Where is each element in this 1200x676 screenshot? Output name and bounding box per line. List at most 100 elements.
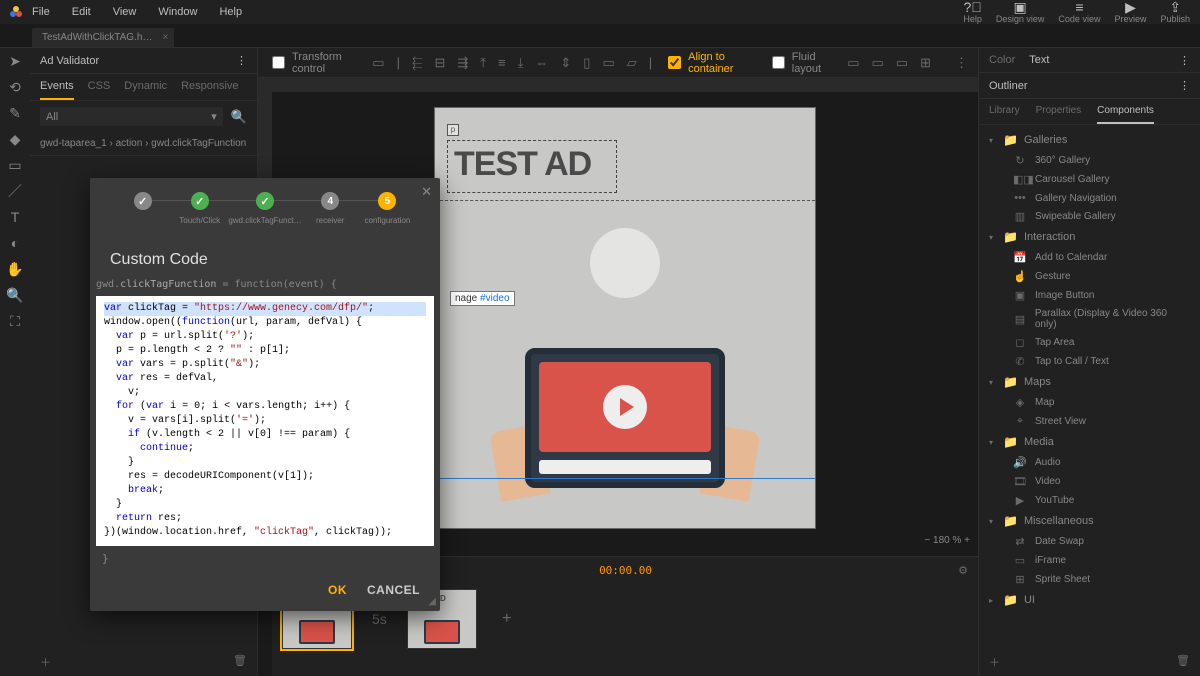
- dist-v-icon[interactable]: ⇕: [560, 55, 571, 71]
- more-icon[interactable]: ⋮: [1179, 54, 1190, 72]
- design-view-button[interactable]: ▣Design view: [996, 0, 1045, 24]
- ad-canvas[interactable]: p TEST AD nage #video: [435, 108, 815, 528]
- tag-tool-icon[interactable]: ▭: [6, 156, 24, 174]
- component-360-gallery[interactable]: ↻360° Gallery: [979, 151, 1200, 170]
- tab-library[interactable]: Library: [989, 105, 1020, 124]
- tree-section-misc[interactable]: ▾📁Miscellaneous: [979, 510, 1200, 532]
- step-event[interactable]: Touch/Click: [171, 192, 228, 225]
- component-tap-to-call[interactable]: ✆Tap to Call / Text: [979, 352, 1200, 371]
- select-tool-icon[interactable]: ➤: [6, 52, 24, 70]
- component-add-to-calendar[interactable]: 📅Add to Calendar: [979, 248, 1200, 267]
- tree-section-ui[interactable]: ▸📁UI: [979, 589, 1200, 611]
- delete-event-icon[interactable]: 🗑: [233, 654, 247, 670]
- file-tab[interactable]: TestAdWithClickTAG.h… ×: [32, 28, 174, 47]
- align-top-icon[interactable]: ⤒: [480, 55, 486, 71]
- tb-icon[interactable]: ▭: [602, 55, 614, 71]
- component-map[interactable]: ◈Map: [979, 393, 1200, 412]
- menu-file[interactable]: File: [32, 6, 50, 18]
- close-icon[interactable]: ×: [163, 32, 169, 43]
- component-sprite-sheet[interactable]: ⊞Sprite Sheet: [979, 570, 1200, 589]
- component-parallax[interactable]: ▤Parallax (Display & Video 360 only): [979, 305, 1200, 333]
- component-gesture[interactable]: ☝Gesture: [979, 267, 1200, 286]
- tab-components[interactable]: Components: [1097, 105, 1154, 124]
- component-date-swap[interactable]: ⇄Date Swap: [979, 532, 1200, 551]
- pen-tool-icon[interactable]: ✎: [6, 104, 24, 122]
- tree-section-galleries[interactable]: ▾📁Galleries: [979, 129, 1200, 151]
- align-bottom-icon[interactable]: ⤓: [518, 55, 524, 71]
- tab-dynamic[interactable]: Dynamic: [124, 80, 167, 100]
- tb-icon[interactable]: |: [649, 55, 652, 70]
- dist-h-icon[interactable]: ⇔: [535, 55, 548, 70]
- code-view-button[interactable]: ≡Code view: [1058, 0, 1100, 24]
- tb-icon[interactable]: ▭: [872, 55, 884, 71]
- add-component-icon[interactable]: ＋: [989, 654, 1000, 670]
- text-tool-icon[interactable]: T: [6, 208, 24, 226]
- hand-tool-icon[interactable]: ✋: [6, 260, 24, 278]
- tb-icon[interactable]: ▭: [896, 55, 908, 71]
- ok-button[interactable]: OK: [328, 583, 347, 597]
- component-video[interactable]: 🎞Video: [979, 472, 1200, 491]
- component-youtube[interactable]: ▶YouTube: [979, 491, 1200, 510]
- tab-properties[interactable]: Properties: [1036, 105, 1082, 124]
- align-middle-icon[interactable]: ≡: [498, 55, 506, 70]
- tb-icon[interactable]: ▭: [372, 55, 384, 71]
- tab-color[interactable]: Color: [989, 54, 1015, 72]
- code-editor[interactable]: var clickTag = "https://www.genecy.com/d…: [96, 296, 434, 546]
- component-iframe[interactable]: ▭iFrame: [979, 551, 1200, 570]
- delete-component-icon[interactable]: 🗑: [1176, 654, 1190, 670]
- resize-grip-icon[interactable]: ◢: [428, 596, 436, 607]
- line-tool-icon[interactable]: ／: [6, 182, 24, 200]
- menu-view[interactable]: View: [113, 6, 137, 18]
- component-gallery-navigation[interactable]: •••Gallery Navigation: [979, 189, 1200, 207]
- tb-icon[interactable]: ▯: [583, 55, 590, 71]
- help-button[interactable]: ?⃝Help: [963, 0, 982, 24]
- headline-element[interactable]: TEST AD: [447, 140, 617, 193]
- menu-window[interactable]: Window: [158, 6, 197, 18]
- transition-time[interactable]: 5s: [372, 611, 387, 627]
- step-config[interactable]: 5configuration: [359, 192, 416, 225]
- component-carousel-gallery[interactable]: ◧◨Carousel Gallery: [979, 170, 1200, 189]
- component-swipeable-gallery[interactable]: ▥Swipeable Gallery: [979, 207, 1200, 226]
- publish-button[interactable]: ⇪Publish: [1160, 0, 1190, 24]
- tab-events[interactable]: Events: [40, 80, 74, 100]
- outliner-header[interactable]: Outliner⋮: [979, 73, 1200, 99]
- add-event-icon[interactable]: ＋: [40, 654, 51, 670]
- more-icon[interactable]: ⋮: [955, 55, 968, 71]
- tab-text[interactable]: Text: [1029, 54, 1049, 72]
- component-image-button[interactable]: ▣Image Button: [979, 286, 1200, 305]
- close-icon[interactable]: ✕: [421, 184, 432, 200]
- component-tap-area[interactable]: ◻Tap Area: [979, 333, 1200, 352]
- zoom-control[interactable]: − 180 % +: [924, 535, 970, 546]
- tab-responsive[interactable]: Responsive: [181, 80, 238, 100]
- preview-button[interactable]: ▶Preview: [1114, 0, 1146, 24]
- cancel-button[interactable]: CANCEL: [367, 583, 420, 597]
- zoom-tool-icon[interactable]: 🔍: [6, 286, 24, 304]
- tb-icon[interactable]: |: [397, 55, 400, 70]
- tab-css[interactable]: CSS: [88, 80, 111, 100]
- fill-tool-icon[interactable]: ◐: [6, 234, 24, 252]
- events-filter-select[interactable]: All▾: [40, 107, 223, 126]
- video-tag-label[interactable]: nage #video: [450, 291, 515, 306]
- fluid-layout-check[interactable]: Fluid layout: [768, 51, 835, 75]
- timeline-settings-icon[interactable]: ⚙: [958, 564, 968, 577]
- menu-help[interactable]: Help: [219, 6, 242, 18]
- tb-icon[interactable]: ⊞: [920, 55, 931, 71]
- tb-icon[interactable]: ▱: [627, 55, 637, 71]
- menu-edit[interactable]: Edit: [72, 6, 91, 18]
- event-row[interactable]: gwd-taparea_1 › action › gwd.clickTagFun…: [30, 132, 257, 156]
- transform-control-check[interactable]: Transform control: [268, 51, 360, 75]
- step-action[interactable]: gwd.clickTagFunct…: [228, 192, 301, 225]
- component-audio[interactable]: 🔊Audio: [979, 453, 1200, 472]
- add-page-button[interactable]: +: [497, 609, 517, 629]
- element-handle[interactable]: p: [447, 124, 459, 136]
- align-center-icon[interactable]: ⊟: [434, 55, 445, 71]
- shape-tool-icon[interactable]: ◆: [6, 130, 24, 148]
- more-icon[interactable]: ⋮: [1179, 79, 1190, 92]
- align-to-container-check[interactable]: Align to container: [664, 51, 756, 75]
- component-street-view[interactable]: ⌖Street View: [979, 412, 1200, 431]
- crop-tool-icon[interactable]: ⛶: [6, 312, 24, 330]
- align-left-icon[interactable]: ⬱: [412, 55, 423, 71]
- more-icon[interactable]: ⋮: [236, 54, 247, 67]
- align-right-icon[interactable]: ⇶: [457, 55, 468, 71]
- step-receiver[interactable]: 4receiver: [302, 192, 359, 225]
